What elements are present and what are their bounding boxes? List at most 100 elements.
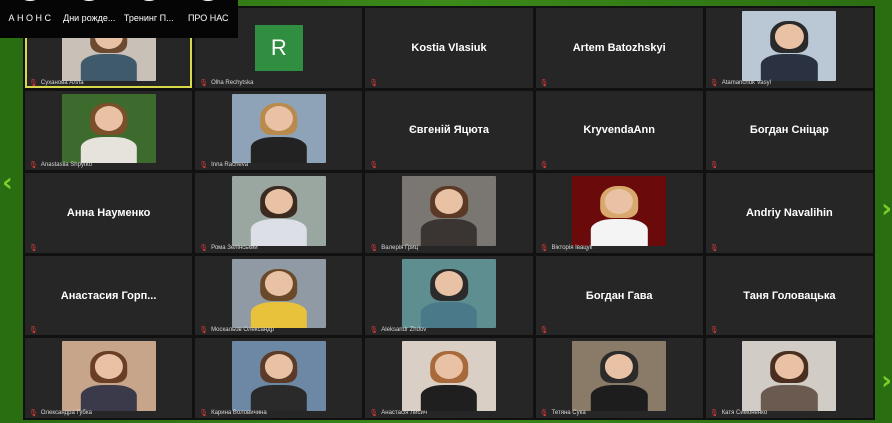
participant-tile[interactable]: 🎙 Валерія Гриц <box>365 173 533 253</box>
face-shape <box>605 353 634 379</box>
participant-label: 🎙 Вікторія Івацук <box>540 244 593 252</box>
participant-tile[interactable]: 🎙 Москальов Олександр <box>195 255 363 336</box>
participant-tile[interactable]: Богдан Сніцар 🎙 <box>705 90 873 171</box>
participant-label: 🎙 Рома Зелінський <box>199 244 257 252</box>
participant-tile[interactable]: 🎙 Вікторія Івацук <box>535 173 703 253</box>
mic-muted-icon: 🎙 <box>29 243 38 252</box>
participant-label-text: Олександра Губка <box>40 409 92 416</box>
mic-muted-icon: 🎙 <box>199 161 209 170</box>
mic-muted-icon: 🎙 <box>369 78 379 87</box>
chevron-right-icon: › <box>881 366 892 396</box>
mic-muted-icon: 🎙 <box>29 78 38 87</box>
body-shape <box>250 301 307 329</box>
participant-label: 🎙 <box>710 326 719 334</box>
story-highlight[interactable]: Тренинг П... <box>119 0 179 38</box>
participant-name: KryvendaAnn <box>583 124 655 137</box>
participant-label: 🎙 <box>540 161 549 169</box>
body-shape <box>80 384 137 411</box>
participant-label: 🎙 <box>710 161 719 169</box>
face-shape <box>264 188 293 214</box>
mic-muted-icon: 🎙 <box>709 78 719 87</box>
participant-label-text: Катя Симоненко <box>721 409 768 416</box>
story-label: Тренинг П... <box>123 13 174 23</box>
participant-label-text: Inna Racheva <box>211 162 249 169</box>
story-highlight[interactable]: ПРО НАС <box>179 0 239 38</box>
face-shape <box>94 353 123 379</box>
participant-tile[interactable]: Andriy Navalihin 🎙 <box>705 173 873 253</box>
participant-name: Kostia Vlasiuk <box>411 41 487 54</box>
mic-muted-icon: 🎙 <box>709 408 719 417</box>
participant-tile[interactable]: 🎙 Atamanchuk Vasyl <box>705 8 873 88</box>
mic-muted-icon: 🎙 <box>199 408 209 417</box>
participant-name: Таня Головацька <box>743 289 836 302</box>
participant-tile[interactable]: 🎙 Рома Зелінський <box>195 173 363 253</box>
participant-tile[interactable]: Анна Науменко 🎙 <box>25 173 193 253</box>
participant-tile[interactable]: Анастасия Горп... 🎙 <box>25 255 193 336</box>
participant-label: 🎙 Валерія Гриц <box>369 244 418 252</box>
face-shape <box>775 23 804 49</box>
participant-tile[interactable]: 🎙 Inna Racheva <box>195 90 363 171</box>
participant-video <box>231 341 326 411</box>
story-ring-icon <box>129 0 168 10</box>
mic-muted-icon: 🎙 <box>29 408 38 417</box>
participant-tile[interactable]: 🎙 Anastasiia Shpytko <box>25 90 193 171</box>
participant-tile[interactable]: Євгеній Яцюта 🎙 <box>365 90 533 171</box>
participant-label: 🎙 Inna Racheva <box>199 161 248 169</box>
participant-tile[interactable]: KryvendaAnn 🎙 <box>535 90 703 171</box>
mic-muted-icon: 🎙 <box>539 326 549 335</box>
participant-video <box>401 258 496 329</box>
participant-label: 🎙 <box>369 79 378 87</box>
mic-muted-icon: 🎙 <box>709 243 719 252</box>
mic-muted-icon: 🎙 <box>29 161 38 170</box>
body-shape <box>420 219 478 246</box>
body-shape <box>250 384 307 411</box>
participant-label: 🎙 Анастасія Лисич <box>369 409 427 417</box>
face-shape <box>94 106 123 132</box>
participant-tile[interactable]: 🎙 Анастасія Лисич <box>365 338 533 418</box>
participant-name: Євгеній Яцюта <box>408 124 490 137</box>
body-shape <box>420 384 478 411</box>
participant-label: 🎙 <box>29 326 38 334</box>
mic-muted-icon: 🎙 <box>709 326 719 335</box>
mic-muted-icon: 🎙 <box>199 326 209 335</box>
body-shape <box>80 136 137 164</box>
participant-tile[interactable]: 🎙 Карина Воловичина <box>195 338 363 418</box>
story-label: ПРО НАС <box>187 13 229 23</box>
face-shape <box>264 106 293 132</box>
participant-video <box>231 93 326 164</box>
body-shape <box>590 219 648 246</box>
participant-label: 🎙 Катя Симоненко <box>710 409 767 417</box>
participant-label-text: Olha Rechytska <box>211 79 254 86</box>
story-highlight[interactable]: Дни рожде... <box>60 0 120 38</box>
mic-muted-icon: 🎙 <box>369 243 379 252</box>
participant-tile[interactable]: Богдан Гава 🎙 <box>535 255 703 336</box>
participant-tile[interactable]: Таня Головацька 🎙 <box>705 255 873 336</box>
participant-tile[interactable]: 🎙 Aleksandr Zhdov <box>365 255 533 336</box>
participant-video <box>572 176 667 246</box>
participant-label-text: Тетяна Сука <box>551 409 586 416</box>
participant-tile[interactable]: 🎙 Олександра Губка <box>25 338 193 418</box>
participant-video <box>231 176 326 246</box>
story-highlight[interactable]: А Н О Н С <box>0 0 60 38</box>
participant-label: 🎙 <box>540 79 549 87</box>
story-label: А Н О Н С <box>8 13 51 23</box>
participant-label: 🎙 Тетяна Сука <box>540 409 586 417</box>
face-shape <box>434 188 464 214</box>
participant-label-text: Aleksandr Zhdov <box>381 327 427 334</box>
mic-muted-icon: 🎙 <box>539 408 549 417</box>
participant-tile[interactable]: Kostia Vlasiuk 🎙 <box>365 8 533 88</box>
participant-name: Анастасия Горп... <box>60 289 157 302</box>
participant-tile[interactable]: 🎙 Тетяна Сука <box>535 338 703 418</box>
chevron-right-icon: › <box>881 194 892 224</box>
participant-tile[interactable]: Artem Batozhskyi 🎙 <box>535 8 703 88</box>
participant-label-text: Вікторія Івацук <box>551 244 593 251</box>
participant-label: 🎙 <box>369 161 378 169</box>
mic-muted-icon: 🎙 <box>369 408 379 417</box>
participant-tile[interactable]: 🎙 Катя Симоненко <box>705 338 873 418</box>
participant-label-text: Atamanchuk Vasyl <box>721 79 771 86</box>
mic-muted-icon: 🎙 <box>29 326 38 335</box>
participant-label: 🎙 Anastasiia Shpytko <box>29 161 92 169</box>
participant-label-text: Валерія Гриц <box>381 244 419 251</box>
participant-name: Анна Науменко <box>66 206 151 219</box>
face-shape <box>264 271 293 297</box>
